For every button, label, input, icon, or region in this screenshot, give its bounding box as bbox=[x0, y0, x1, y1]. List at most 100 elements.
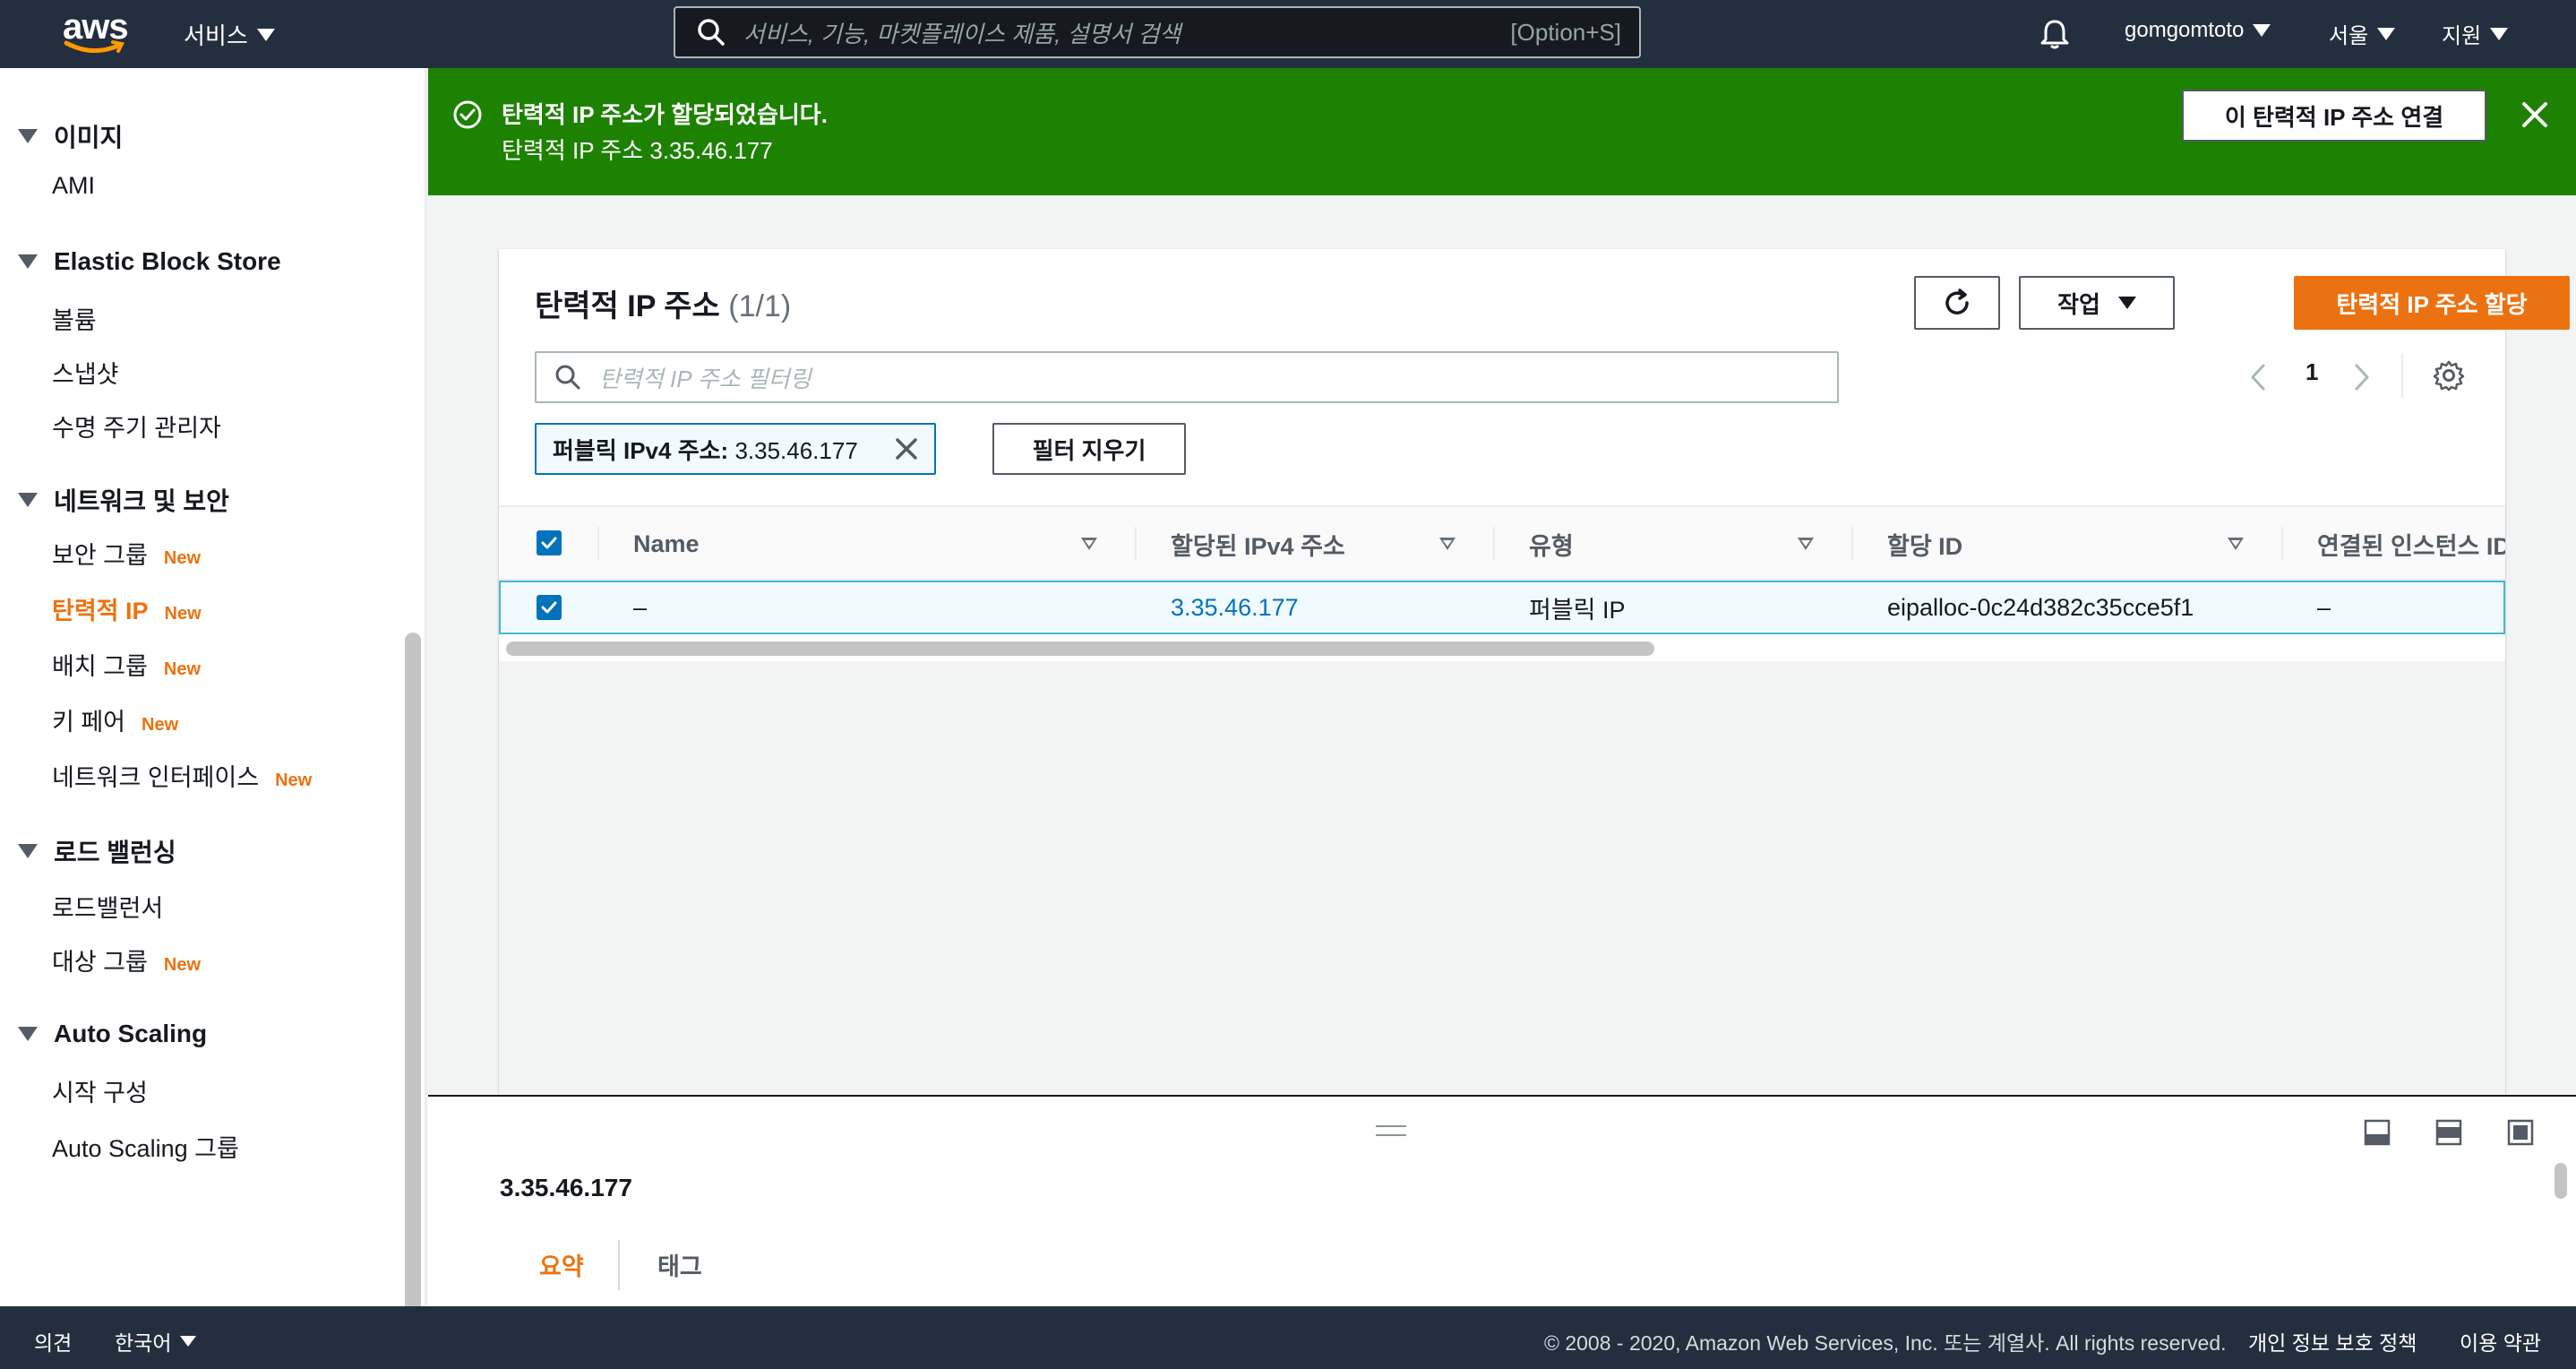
notifications-bell-icon[interactable] bbox=[2037, 16, 2073, 52]
caret-down-icon bbox=[18, 493, 38, 507]
sort-icon[interactable] bbox=[1081, 538, 1097, 550]
associate-elastic-ip-button[interactable]: 이 탄력적 IP 주소 연결 bbox=[2182, 90, 2486, 142]
column-divider bbox=[2281, 527, 2283, 561]
checkmark-icon bbox=[541, 537, 557, 549]
table-horizontal-scrollbar[interactable] bbox=[506, 641, 1654, 656]
tab-summary[interactable]: 요약 bbox=[539, 1247, 584, 1282]
terms-of-use-link[interactable]: 이용 약관 bbox=[2460, 1326, 2541, 1356]
sidebar-item-load-balancers[interactable]: 로드밸런서 bbox=[52, 889, 163, 924]
sidebar-section-ebs[interactable]: Elastic Block Store bbox=[18, 247, 281, 276]
sidebar-item-label: 탄력적 IP bbox=[52, 598, 149, 624]
filter-token-key: 퍼블릭 IPv4 주소: bbox=[553, 436, 729, 464]
sidebar-item-volumes[interactable]: 볼륨 bbox=[52, 301, 97, 336]
sidebar-item-auto-scaling-groups[interactable]: Auto Scaling 그룹 bbox=[52, 1129, 239, 1164]
chevron-right-icon[interactable] bbox=[2351, 362, 2373, 392]
split-panel-scrollbar[interactable] bbox=[2555, 1163, 2567, 1199]
column-header-type[interactable]: 유형 bbox=[1529, 507, 1574, 581]
language-label: 한국어 bbox=[115, 1331, 172, 1355]
caret-down-icon bbox=[18, 254, 38, 269]
language-selector[interactable]: 한국어 bbox=[115, 1326, 197, 1356]
new-badge: New bbox=[164, 604, 202, 624]
sidebar-item-lifecycle-manager[interactable]: 수명 주기 관리자 bbox=[52, 409, 221, 443]
sidebar-section-images[interactable]: 이미지 bbox=[18, 118, 123, 154]
sidebar-item-security-groups[interactable]: 보안 그룹 New bbox=[52, 536, 201, 571]
global-search-input[interactable]: 서비스, 기능, 마켓플레이스 제품, 설명서 검색 [Option+S] bbox=[674, 6, 1641, 58]
select-all-checkbox[interactable] bbox=[537, 530, 562, 555]
clear-filters-label: 필터 지우기 bbox=[1032, 436, 1146, 464]
sidebar-item-label: 스냅샷 bbox=[52, 361, 119, 388]
clear-filters-button[interactable]: 필터 지우기 bbox=[992, 423, 1186, 475]
sidebar-section-load-balancing[interactable]: 로드 밸런싱 bbox=[18, 833, 176, 869]
caret-down-icon bbox=[18, 129, 38, 143]
search-icon bbox=[698, 19, 725, 46]
privacy-policy-link[interactable]: 개인 정보 보호 정책 bbox=[2248, 1326, 2417, 1356]
resize-handle[interactable] bbox=[1376, 1125, 1406, 1136]
sidebar-item-snapshots[interactable]: 스냅샷 bbox=[52, 355, 119, 390]
panel-side-position-icon[interactable] bbox=[2434, 1118, 2463, 1147]
filter-token-value: 3.35.46.177 bbox=[734, 436, 858, 464]
sidebar-section-title: Elastic Block Store bbox=[54, 247, 281, 275]
feedback-link[interactable]: 의견 bbox=[34, 1326, 72, 1356]
actions-dropdown-button[interactable]: 작업 bbox=[2019, 276, 2175, 330]
sidebar-item-label: 수명 주기 관리자 bbox=[52, 415, 221, 442]
sort-icon[interactable] bbox=[2228, 538, 2244, 550]
column-header-instance-id[interactable]: 연결된 인스턴스 ID bbox=[2317, 507, 2505, 581]
sidebar-item-label: AMI bbox=[52, 172, 96, 199]
column-header-allocation-id[interactable]: 할당 ID bbox=[1887, 507, 1962, 581]
support-menu[interactable]: 지원 bbox=[2442, 18, 2509, 49]
caret-down-icon bbox=[18, 1027, 38, 1041]
services-menu[interactable]: 서비스 bbox=[184, 18, 275, 51]
panel-bottom-position-icon[interactable] bbox=[2363, 1118, 2391, 1147]
sort-icon[interactable] bbox=[1798, 538, 1814, 550]
chevron-down-icon bbox=[2253, 24, 2271, 37]
cell-instance-id: – bbox=[2317, 593, 2331, 621]
filter-token[interactable]: 퍼블릭 IPv4 주소: 3.35.46.177 bbox=[535, 423, 936, 475]
sidebar-item-ami[interactable]: AMI bbox=[52, 172, 95, 200]
region-menu[interactable]: 서울 bbox=[2329, 18, 2396, 49]
cell-allocation-id: eipalloc-0c24d382c35cce5f1 bbox=[1887, 593, 2194, 621]
aws-logo[interactable]: aws bbox=[63, 9, 129, 59]
sidebar-item-label: 로드밸런서 bbox=[52, 895, 164, 922]
tab-tags[interactable]: 태그 bbox=[657, 1247, 702, 1282]
panel-full-position-icon[interactable] bbox=[2506, 1118, 2535, 1147]
refresh-icon bbox=[1945, 288, 1969, 314]
column-header-ipv4[interactable]: 할당된 IPv4 주소 bbox=[1171, 507, 1345, 581]
sidebar-item-launch-configurations[interactable]: 시작 구성 bbox=[52, 1073, 148, 1108]
success-flashbar: 탄력적 IP 주소가 할당되었습니다. 탄력적 IP 주소 3.35.46.17… bbox=[428, 68, 2576, 195]
chevron-left-icon[interactable] bbox=[2247, 362, 2269, 392]
sidebar-section-title: 이미지 bbox=[54, 124, 124, 151]
search-placeholder: 서비스, 기능, 마켓플레이스 제품, 설명서 검색 bbox=[743, 20, 1181, 47]
column-header-name[interactable]: Name bbox=[633, 507, 700, 581]
page-title: 탄력적 IP 주소 (1/1) bbox=[535, 281, 791, 325]
support-label: 지원 bbox=[2442, 24, 2482, 48]
sidebar-section-auto-scaling[interactable]: Auto Scaling bbox=[18, 1020, 207, 1048]
aws-smile-icon bbox=[64, 40, 125, 54]
row-checkbox[interactable] bbox=[537, 595, 562, 620]
sidebar-item-elastic-ip[interactable]: 탄력적 IP New bbox=[52, 591, 202, 626]
sidebar-item-key-pairs[interactable]: 키 페어 New bbox=[52, 702, 178, 737]
refresh-button[interactable] bbox=[1914, 276, 2000, 330]
chevron-down-icon bbox=[180, 1336, 197, 1347]
cell-ipv4-link[interactable]: 3.35.46.177 bbox=[1171, 582, 1299, 633]
sidebar-item-network-interfaces[interactable]: 네트워크 인터페이스 New bbox=[52, 758, 312, 793]
account-menu[interactable]: gomgomtoto bbox=[2125, 18, 2271, 43]
close-icon[interactable] bbox=[2515, 95, 2555, 134]
chevron-down-icon bbox=[2377, 27, 2396, 40]
filter-input[interactable]: 탄력적 IP 주소 필터링 bbox=[535, 351, 1839, 403]
table-row[interactable]: – 3.35.46.177 퍼블릭 IP eipalloc-0c24d382c3… bbox=[499, 581, 2505, 634]
gear-icon[interactable] bbox=[2432, 358, 2466, 392]
sidebar-section-network-security[interactable]: 네트워크 및 보안 bbox=[18, 482, 229, 518]
footer: 의견 한국어 © 2008 - 2020, Amazon Web Service… bbox=[0, 1306, 2576, 1369]
allocate-elastic-ip-button[interactable]: 탄력적 IP 주소 할당 bbox=[2294, 276, 2570, 330]
page-number[interactable]: 1 bbox=[2306, 358, 2318, 386]
sidebar-item-label: Auto Scaling 그룹 bbox=[52, 1135, 239, 1162]
sidebar-scrollbar[interactable] bbox=[405, 633, 421, 1367]
sidebar-item-placement-groups[interactable]: 배치 그룹 New bbox=[52, 647, 201, 682]
search-icon bbox=[555, 365, 580, 390]
success-check-icon bbox=[453, 100, 482, 129]
caret-down-icon bbox=[18, 844, 38, 858]
sort-icon[interactable] bbox=[1439, 538, 1455, 550]
sidebar-item-target-groups[interactable]: 대상 그룹 New bbox=[52, 943, 201, 977]
remove-token-close-icon[interactable] bbox=[893, 435, 920, 462]
selection-count: (1/1) bbox=[728, 289, 792, 323]
